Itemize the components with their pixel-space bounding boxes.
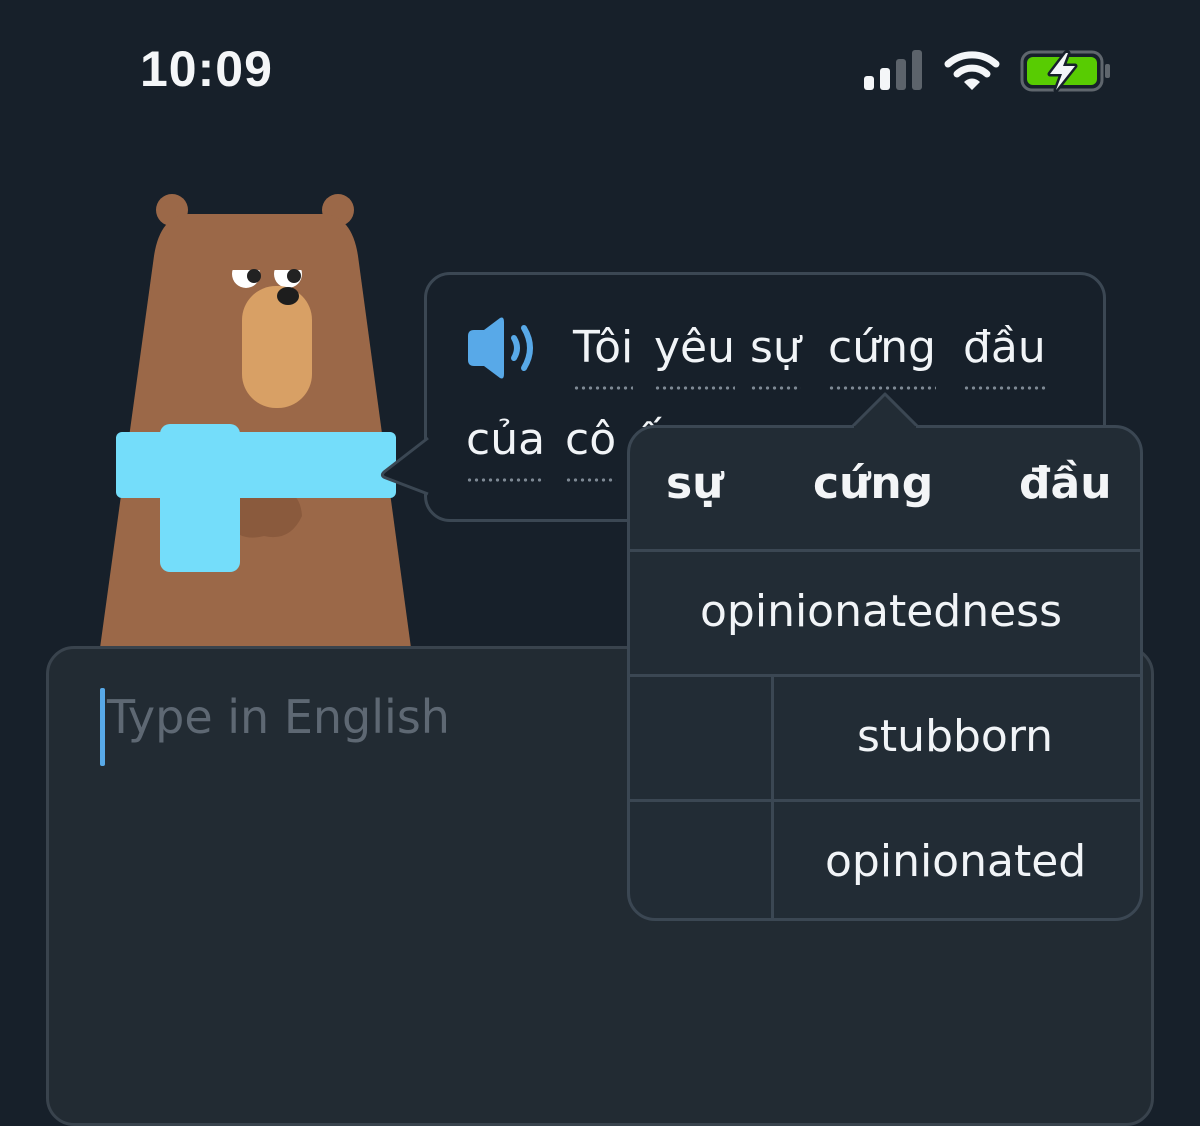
prompt-word[interactable]: Tôi [573,318,634,390]
signal-icon [864,50,922,90]
hint-row: stubborn [630,674,1140,799]
speech-bubble-tail [380,436,429,496]
prompt-word[interactable]: sự [750,318,801,390]
hint-popup: sự cứng đầu opinionatedness stubborn opi… [627,425,1143,921]
hint-row: opinionatedness [630,549,1140,674]
hint-divider [771,677,774,799]
prompt-word[interactable]: của [466,410,546,482]
hint-popup-header: sự cứng đầu [630,428,1140,552]
hint-popup-caret [852,392,918,430]
hint-translation: opinionatedness [700,586,1063,637]
answer-placeholder: Type in English [107,690,450,744]
status-time: 10:09 [140,41,273,97]
speaker-icon[interactable] [464,316,544,380]
prompt-word[interactable]: đầu [963,318,1046,390]
hint-header-word: cứng [813,458,934,509]
hint-divider [771,802,774,918]
hint-row: opinionated [630,799,1140,918]
bear-character-illustration [100,194,411,648]
hint-translation: opinionated [825,836,1087,887]
hint-header-word: sự [666,458,724,509]
hint-translation: stubborn [857,711,1054,762]
hint-header-word: đầu [1019,458,1112,509]
text-cursor [100,688,105,766]
wifi-icon [944,51,1000,90]
prompt-word[interactable]: cứng [828,318,936,390]
battery-charging-icon [1020,50,1110,92]
prompt-word[interactable]: cô [565,410,617,482]
prompt-word[interactable]: yêu [654,318,735,390]
